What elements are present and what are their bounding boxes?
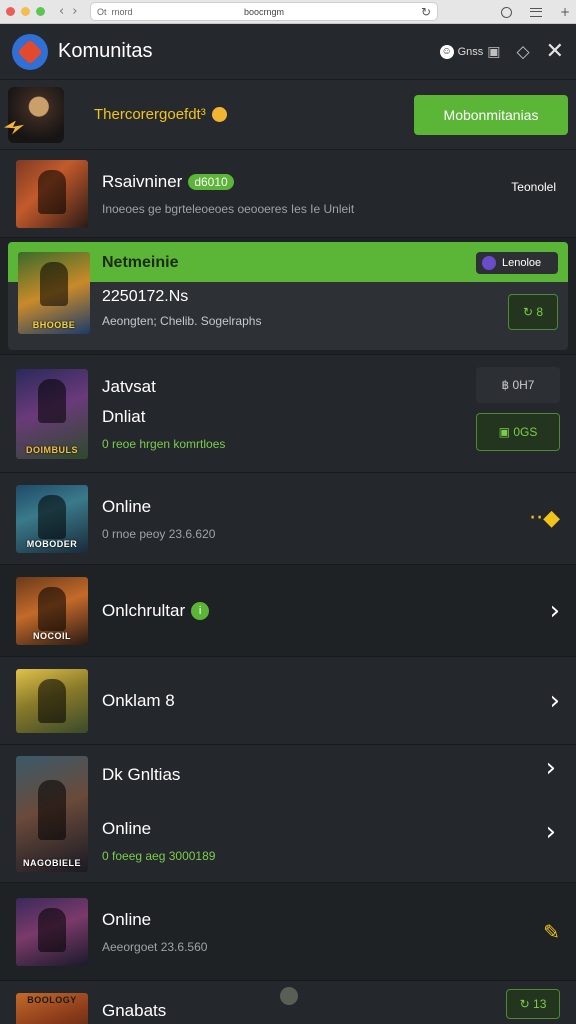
item-tag[interactable]: Lenoloe bbox=[476, 252, 558, 274]
close-icon[interactable]: ✕ bbox=[546, 39, 564, 64]
item-title: Onlchrultar bbox=[102, 600, 186, 620]
game-thumbnail: DOIMBULS bbox=[16, 368, 88, 459]
pencil-icon[interactable]: ✎ bbox=[543, 920, 560, 944]
community-list: Rsaivniner d6010 Inoeoes ge bgrteleoeoes … bbox=[0, 150, 576, 1024]
info-badge: i bbox=[191, 601, 210, 620]
app-logo bbox=[12, 33, 48, 70]
status-pill[interactable]: ☺ Gnss ▣ bbox=[439, 43, 501, 60]
refresh-button[interactable]: ↻ 13 bbox=[506, 989, 560, 1019]
tag-icon[interactable]: ◇ bbox=[516, 42, 529, 62]
item-tag-label: Lenoloe bbox=[502, 257, 542, 269]
game-thumbnail: MOBODER bbox=[16, 484, 88, 553]
emoji-icon bbox=[211, 107, 227, 122]
chevron-right-icon[interactable]: › bbox=[550, 686, 560, 716]
thumbnail-caption: BOOLOGY bbox=[27, 995, 77, 1005]
item-title: Dk Gnltias bbox=[102, 764, 181, 784]
item-title: Rsaivniner bbox=[102, 171, 183, 191]
window-controls bbox=[6, 7, 45, 16]
maximize-window-button[interactable] bbox=[36, 7, 45, 16]
browser-toolbar: ‹ › Ot rnord boocrngm ↻ + bbox=[0, 0, 576, 24]
chevron-right-icon[interactable]: › bbox=[546, 753, 556, 783]
game-thumbnail: NOCOIL bbox=[16, 576, 88, 645]
back-icon[interactable]: ‹ bbox=[59, 4, 64, 19]
game-thumbnail: BOOLOGY bbox=[16, 993, 88, 1024]
bag-icon: ▣ bbox=[487, 43, 501, 60]
chevron-right-icon[interactable]: › bbox=[546, 817, 556, 847]
promo-banner: Thercorergoefdt³ Mobonmitanias bbox=[0, 80, 576, 150]
item-title: Online bbox=[102, 496, 152, 516]
item-subtitle: 0 foeeg aeg 3000189 bbox=[102, 848, 216, 863]
item-value: 2250172.Ns bbox=[102, 288, 189, 305]
avatar bbox=[280, 987, 298, 1005]
banner-button[interactable]: Mobonmitanias bbox=[414, 94, 568, 135]
smile-icon: ☺ bbox=[439, 44, 454, 59]
status-pill-label: Gnss bbox=[457, 45, 484, 58]
list-item[interactable]: BOOLOGY Gnabats ↻ 13 bbox=[0, 981, 576, 1024]
game-thumbnail bbox=[16, 668, 88, 733]
item-subtitle: Aeeorgoet 23.6.560 bbox=[102, 939, 208, 954]
diamond-icon[interactable]: ··◆ bbox=[529, 506, 560, 531]
game-thumbnail bbox=[16, 159, 88, 228]
app-header: Komunitas ☺ Gnss ▣ ◇ ✕ bbox=[0, 24, 576, 80]
minimize-window-button[interactable] bbox=[21, 7, 30, 16]
page-title: Komunitas bbox=[58, 40, 153, 62]
list-item[interactable]: DOIMBULS Jatvsat Dnliat 0 reoe hrgen kom… bbox=[0, 355, 576, 473]
item-title-secondary: Online bbox=[102, 818, 152, 838]
new-tab-icon[interactable]: + bbox=[560, 5, 570, 19]
chevron-right-icon[interactable]: › bbox=[550, 596, 560, 626]
list-item[interactable]: MOBODER Online 0 rnoe peoy 23.6.620 ··◆ bbox=[0, 473, 576, 565]
menu-icon[interactable] bbox=[529, 7, 542, 17]
item-subtitle: 0 rnoe peoy 23.6.620 bbox=[102, 526, 216, 541]
thumbnail-caption: DOIMBULS bbox=[26, 444, 78, 455]
forward-icon[interactable]: › bbox=[72, 4, 77, 19]
list-item[interactable]: Onklam 8 › bbox=[0, 657, 576, 745]
thumbnail-caption: NAGOBIELE bbox=[22, 857, 81, 868]
close-window-button[interactable] bbox=[6, 7, 15, 16]
list-item[interactable]: NAGOBIELE Dk Gnltias Online 0 foeeg aeg … bbox=[0, 745, 576, 883]
list-item[interactable]: Online Aeeorgoet 23.6.560 ✎ bbox=[0, 883, 576, 981]
tab-label: Ot rnord bbox=[97, 6, 133, 17]
reload-icon[interactable]: ↻ bbox=[421, 5, 431, 19]
address-text: boocrngm bbox=[243, 6, 285, 17]
thumbnail-caption: MOBODER bbox=[26, 538, 78, 549]
list-item[interactable]: Rsaivniner d6010 Inoeoes ge bgrteleoeoes … bbox=[0, 150, 576, 238]
thumbnail-caption: BHOOBE bbox=[32, 320, 76, 330]
action-button[interactable]: ▣ 0GS bbox=[476, 413, 560, 451]
globe-icon bbox=[482, 256, 496, 270]
item-subtitle: Aeongten; Chelib. Sogelraphs bbox=[102, 314, 262, 328]
score-button[interactable]: ฿ 0H7 bbox=[476, 367, 560, 403]
item-status: Teonolel bbox=[511, 180, 556, 194]
item-title: Online bbox=[102, 909, 152, 929]
status-badge: d6010 bbox=[188, 173, 234, 190]
hero-avatar bbox=[8, 86, 64, 143]
thumbnail-caption: NOCOIL bbox=[33, 630, 71, 641]
list-item-highlighted[interactable]: BHOOBE Netmeinie Lenoloe 2250172.Ns Aeon… bbox=[8, 242, 568, 350]
game-thumbnail: NAGOBIELE bbox=[16, 755, 88, 872]
list-item[interactable]: NOCOIL Onlchrultar i › bbox=[0, 565, 576, 657]
refresh-button[interactable]: ↻ 8 bbox=[508, 294, 558, 330]
item-title: Gnabats bbox=[102, 1001, 167, 1020]
item-subtitle: Inoeoes ge bgrteleoeoes oeooeres Ies Ie … bbox=[102, 201, 355, 216]
item-title: Netmeinie bbox=[102, 254, 179, 271]
banner-text: Thercorergoefdt³ bbox=[94, 106, 206, 123]
game-thumbnail: BHOOBE bbox=[18, 252, 90, 334]
extension-icon[interactable] bbox=[500, 6, 512, 18]
game-thumbnail bbox=[16, 897, 88, 966]
address-bar[interactable]: Ot rnord boocrngm ↻ bbox=[90, 2, 438, 21]
item-title: Onklam 8 bbox=[102, 690, 175, 710]
